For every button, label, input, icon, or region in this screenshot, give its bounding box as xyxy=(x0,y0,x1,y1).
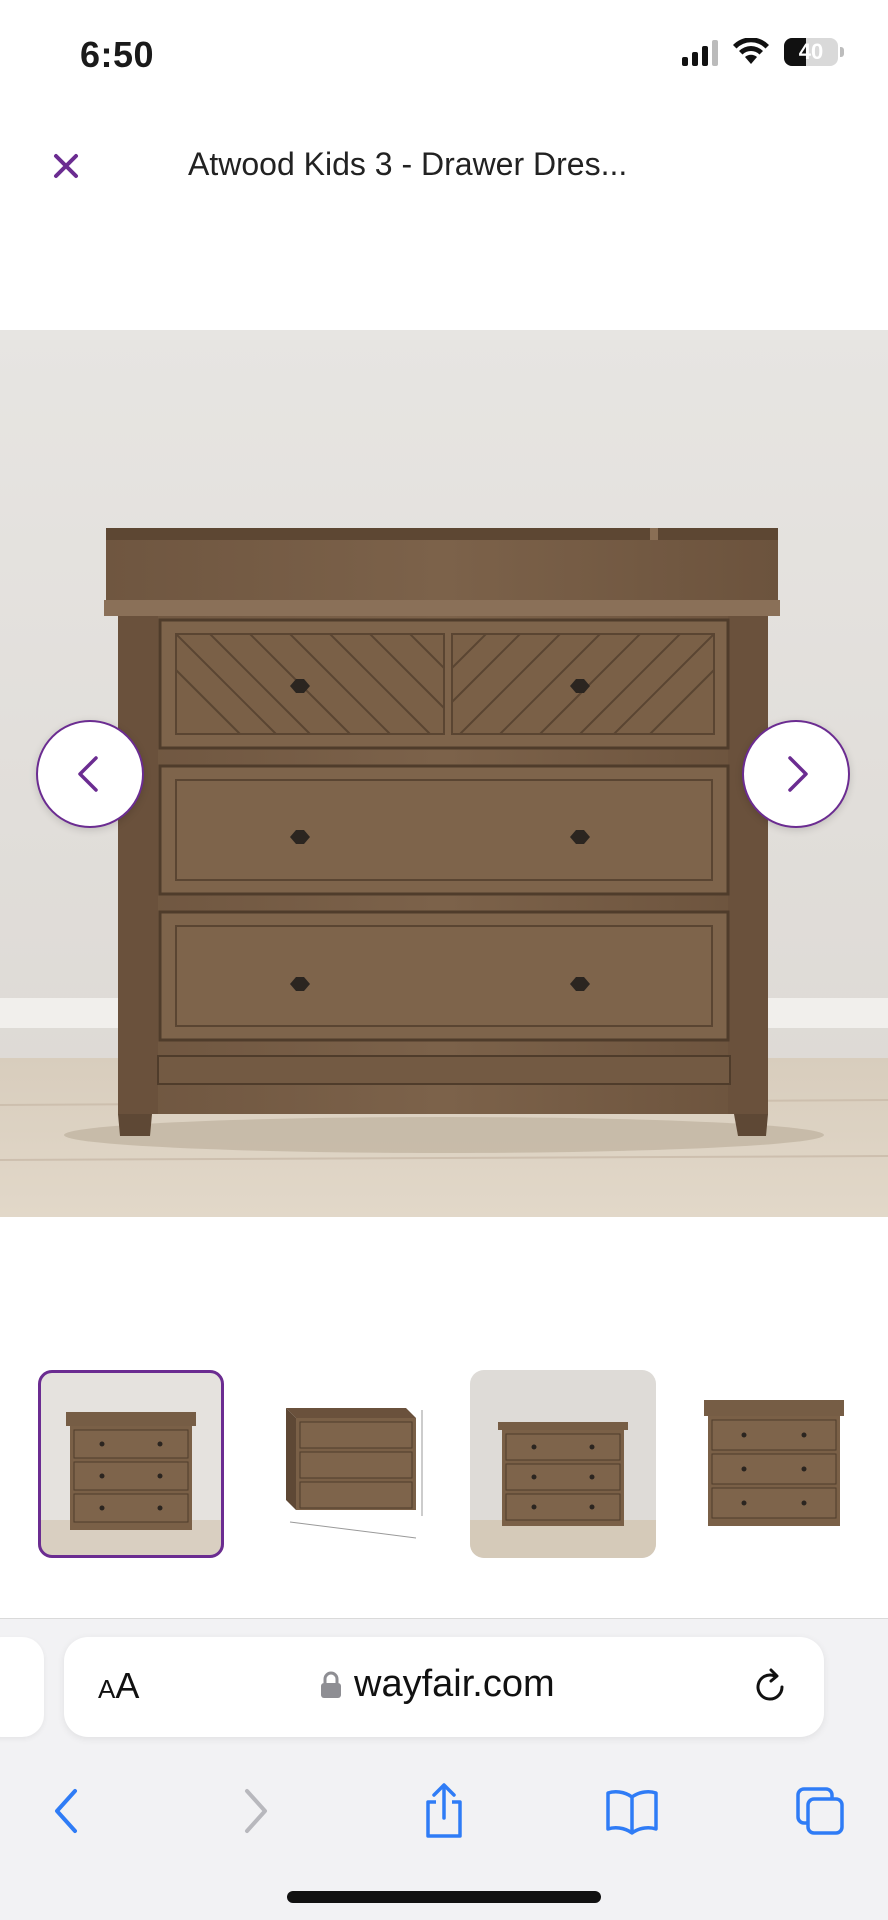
next-image-button[interactable] xyxy=(742,720,850,828)
address-bar[interactable]: AA wayfair.com xyxy=(64,1637,824,1737)
share-button[interactable] xyxy=(414,1781,474,1841)
lock-icon xyxy=(321,1671,341,1698)
forward-icon xyxy=(245,1789,267,1833)
dresser-front-thumbnail[interactable] xyxy=(38,1370,224,1558)
url-display[interactable]: wayfair.com xyxy=(320,1663,555,1706)
status-time: 6:50 xyxy=(80,34,155,75)
dresser-dimensions-thumbnail[interactable] xyxy=(256,1370,442,1558)
previous-image-button[interactable] xyxy=(36,720,144,828)
reload-button[interactable] xyxy=(746,1663,794,1711)
thumbnail-strip xyxy=(0,1370,888,1560)
wifi-icon xyxy=(733,38,769,64)
dresser-changing-top-thumbnail[interactable] xyxy=(680,1370,866,1558)
modal-header: Atwood Kids 3 - Drawer Dres... xyxy=(0,110,888,220)
status-icons: 40 xyxy=(682,38,844,66)
home-indicator xyxy=(287,1891,601,1903)
battery-nub xyxy=(840,47,844,57)
url-text: wayfair.com xyxy=(354,1663,555,1705)
signal-icon xyxy=(682,38,718,66)
dresser-changing-top-thumbnail-image xyxy=(680,1370,866,1558)
status-bar: 6:50 40 xyxy=(0,0,888,110)
share-icon xyxy=(426,1783,462,1838)
dresser-front-thumbnail-image xyxy=(38,1370,224,1558)
chevron-left-icon xyxy=(78,756,98,792)
reload-icon xyxy=(756,1668,784,1701)
back-icon xyxy=(55,1789,77,1833)
text-size-button[interactable]: AA xyxy=(98,1665,139,1707)
dresser-room-thumbnail-image xyxy=(470,1370,656,1558)
tabs-icon xyxy=(796,1787,844,1835)
product-title: Atwood Kids 3 - Drawer Dres... xyxy=(188,146,628,182)
bookmarks-icon xyxy=(606,1790,658,1835)
dresser-room-thumbnail[interactable] xyxy=(470,1370,656,1558)
browser-toolbar xyxy=(0,1759,888,1859)
text-size-label: AA xyxy=(98,1665,140,1706)
forward-button[interactable] xyxy=(226,1781,286,1841)
dresser-dimensions-thumbnail-image xyxy=(256,1370,442,1558)
battery-level: 40 xyxy=(798,39,824,64)
battery-icon: 40 xyxy=(784,38,838,66)
close-button[interactable] xyxy=(40,140,92,192)
tabs-button[interactable] xyxy=(790,1781,850,1841)
previous-tab-peek[interactable] xyxy=(0,1637,44,1737)
bookmarks-button[interactable] xyxy=(602,1781,662,1841)
back-button[interactable] xyxy=(36,1781,96,1841)
close-icon xyxy=(54,154,78,178)
chevron-right-icon xyxy=(788,756,808,792)
browser-chrome: AA wayfair.com xyxy=(0,1618,888,1920)
